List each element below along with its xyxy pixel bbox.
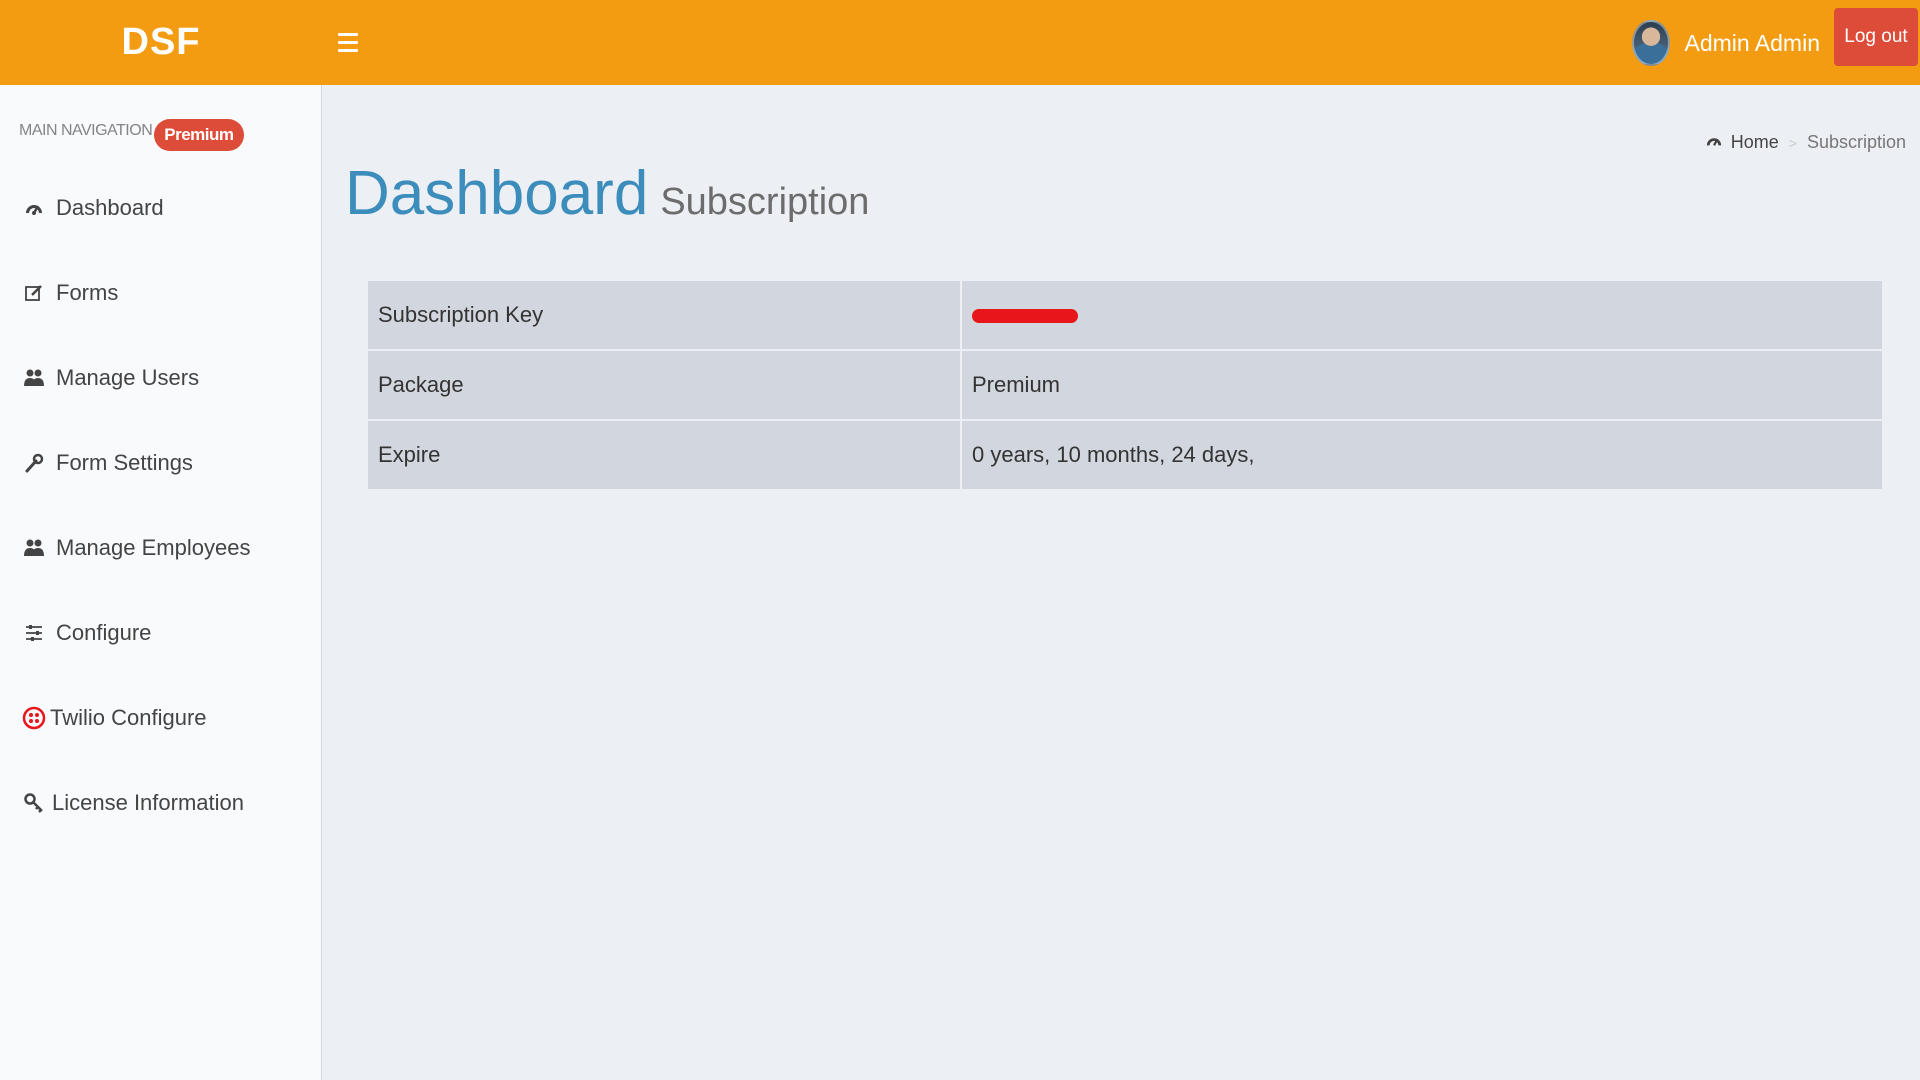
breadcrumb-separator: >: [1788, 134, 1797, 151]
table-cell-value: 0 years, 10 months, 24 days,: [960, 419, 1884, 491]
table-cell-label: Package: [366, 349, 962, 421]
main-navigation-header: MAIN NAVIGATION Premium: [19, 111, 244, 151]
users-icon: [22, 366, 46, 390]
redacted-subscription-key: [972, 309, 1078, 324]
key-icon: [22, 791, 46, 815]
sidebar-item-label: Manage Users: [56, 365, 200, 390]
table-cell-value: Premium: [960, 349, 1884, 421]
sidebar-item-form-settings[interactable]: Form Settings: [22, 443, 193, 483]
top-header: DSF Admin Admin Log out: [0, 0, 1920, 85]
dashboard-icon: [22, 196, 46, 220]
sidebar: MAIN NAVIGATION Premium Dashboard Forms …: [0, 85, 322, 1080]
table-row: Subscription Key: [366, 279, 1884, 351]
sidebar-item-manage-users[interactable]: Manage Users: [22, 358, 199, 398]
table-cell-label: Subscription Key: [366, 279, 962, 351]
sidebar-item-dashboard[interactable]: Dashboard: [22, 188, 164, 228]
sidebar-item-manage-employees[interactable]: Manage Employees: [22, 528, 250, 568]
sidebar-item-label: Twilio Configure: [50, 705, 207, 730]
table-row: Package Premium: [366, 349, 1884, 421]
dashboard-icon: [1705, 132, 1723, 153]
page-title-main: Dashboard: [345, 159, 649, 228]
sidebar-item-label: Dashboard: [56, 195, 164, 220]
sidebar-item-label: Configure: [56, 620, 152, 645]
sidebar-item-twilio-configure[interactable]: Twilio Configure: [22, 698, 207, 738]
edit-icon: [22, 281, 46, 305]
premium-badge: Premium: [154, 119, 244, 151]
breadcrumb-home-link[interactable]: Home: [1705, 132, 1779, 153]
sidebar-item-forms[interactable]: Forms: [22, 273, 118, 313]
hamburger-icon: [338, 32, 358, 36]
sidebar-item-label: Manage Employees: [56, 535, 251, 560]
sidebar-item-license-information[interactable]: License Information: [22, 783, 244, 823]
sliders-icon: [22, 621, 46, 645]
page-subtitle: Subscription: [660, 181, 870, 223]
twilio-icon: [22, 706, 46, 730]
breadcrumb-home-label: Home: [1730, 132, 1779, 152]
sidebar-item-label: Forms: [56, 280, 119, 305]
table-cell-value: [960, 279, 1884, 351]
subscription-table: Subscription Key Package Premium Expire …: [366, 279, 1884, 491]
wrench-icon: [22, 451, 46, 475]
avatar: [1632, 20, 1671, 66]
table-cell-label: Expire: [366, 419, 962, 491]
sidebar-item-label: Form Settings: [56, 450, 193, 475]
breadcrumb-current: Subscription: [1806, 132, 1906, 152]
app-logo[interactable]: DSF: [0, 0, 322, 85]
sidebar-item-label: License Information: [52, 790, 244, 815]
sidebar-item-configure[interactable]: Configure: [22, 613, 151, 653]
sidebar-toggle-button[interactable]: [338, 22, 368, 62]
logout-button[interactable]: Log out: [1834, 8, 1918, 66]
nav-section-title: MAIN NAVIGATION: [19, 122, 153, 139]
user-menu[interactable]: Admin Admin: [1632, 12, 1820, 74]
breadcrumb: Home > Subscription: [1705, 132, 1906, 153]
users-icon: [22, 536, 46, 560]
page-title: Dashboard Subscription: [345, 158, 869, 229]
user-name: Admin Admin: [1684, 29, 1820, 56]
table-row: Expire 0 years, 10 months, 24 days,: [366, 419, 1884, 491]
